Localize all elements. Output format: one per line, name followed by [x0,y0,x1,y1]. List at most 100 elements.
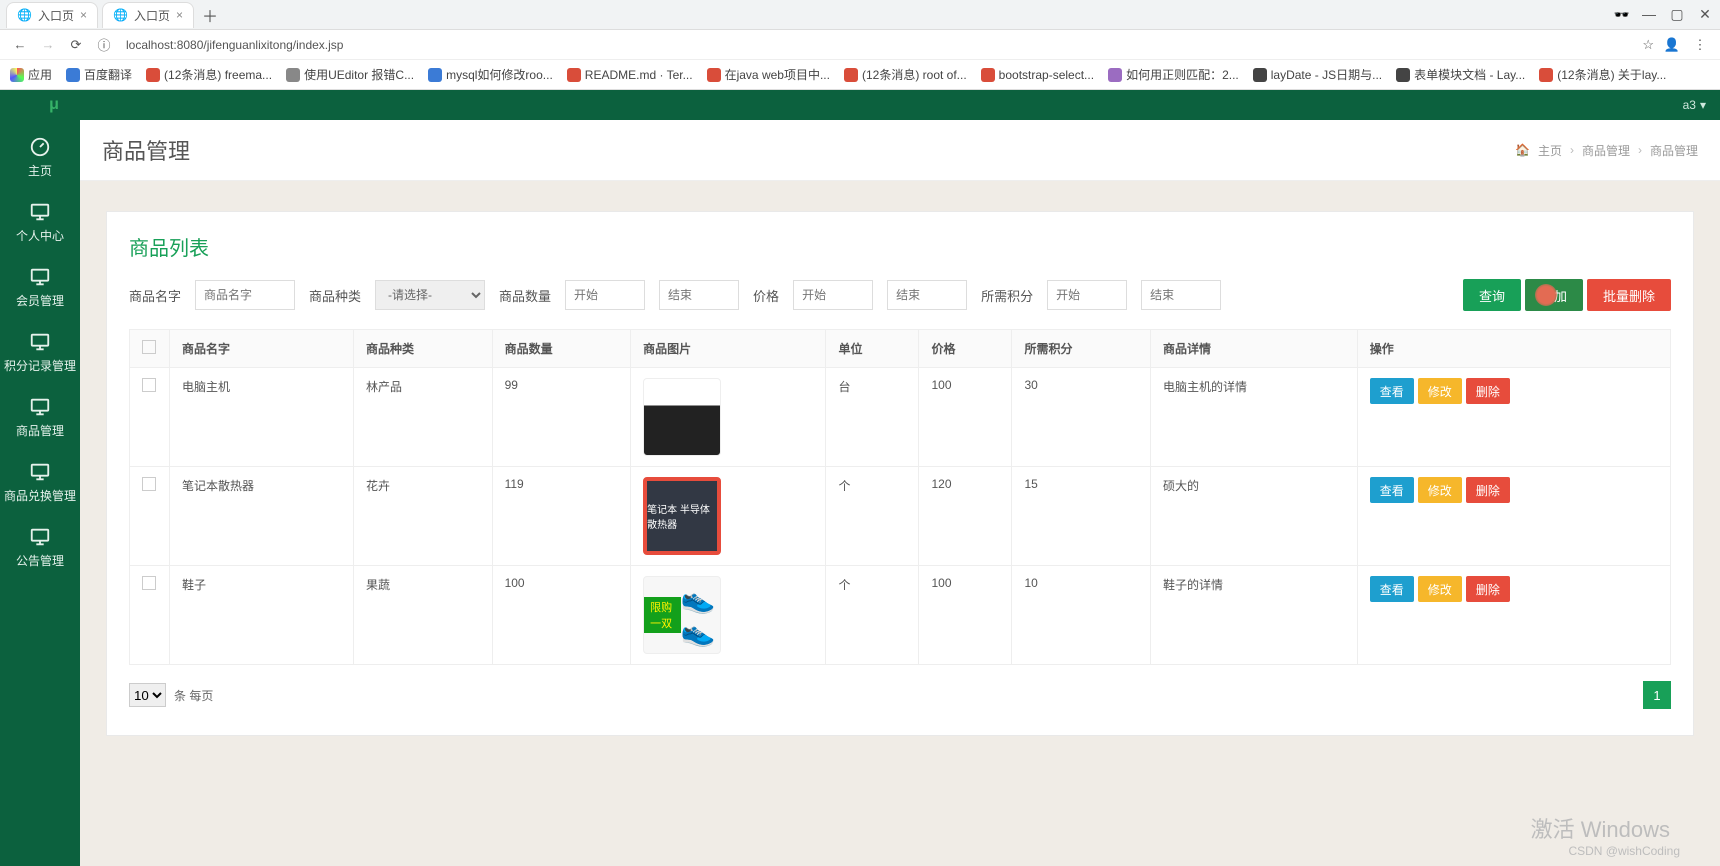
table-row: 鞋子果蔬100限购一双👟👟个10010鞋子的详情查看修改删除 [130,566,1671,665]
table-row: 笔记本散热器花卉119笔记本 半导体散热器个12015硕大的查看修改删除 [130,467,1671,566]
bookmark-item[interactable]: 在java web项目中... [707,66,830,83]
filter-points-start[interactable] [1047,280,1127,310]
watermark: CSDN @wishCoding [1568,844,1680,858]
browser-tab-strip: 🌐 入口页 × 🌐 入口页 × ＋ 🕶️ — ▢ ✕ [0,0,1720,30]
close-icon[interactable]: × [176,8,183,22]
breadcrumb-item: 商品管理 [1650,142,1698,159]
filter-price-end[interactable] [887,280,967,310]
col-type: 商品种类 [354,330,493,368]
close-window-icon[interactable]: ✕ [1696,6,1714,23]
bookmark-item[interactable]: (12条消息) 关于lay... [1539,66,1666,83]
cell-name: 电脑主机 [170,368,354,467]
sidebar-item-home[interactable]: 主页 [0,126,80,191]
page-title: 商品管理 [102,134,190,166]
bookmark-item[interactable]: 百度翻译 [66,66,132,83]
bookmark-item[interactable]: README.md · Ter... [567,68,693,82]
cell-type: 林产品 [354,368,493,467]
new-tab-button[interactable]: ＋ [198,3,222,27]
filter-points-end[interactable] [1141,280,1221,310]
monitor-icon [29,461,51,483]
filter-qty-end[interactable] [659,280,739,310]
sidebar-item-products[interactable]: 商品管理 [0,386,80,451]
select-all-checkbox[interactable] [142,340,156,354]
tab-title: 入口页 [134,7,170,24]
info-icon[interactable]: ⓘ [94,35,114,55]
bookmark-item[interactable]: (12条消息) root of... [844,66,967,83]
minimize-icon[interactable]: — [1640,6,1658,23]
forward-icon[interactable]: → [38,35,58,55]
filter-type-select[interactable]: -请选择- [375,280,485,310]
globe-icon: 🌐 [113,8,128,22]
delete-button[interactable]: 删除 [1466,576,1510,602]
tab-title: 入口页 [38,7,74,24]
monitor-icon [29,201,51,223]
bulk-delete-button[interactable]: 批量删除 [1587,279,1671,311]
filter-name-input[interactable] [195,280,295,310]
edit-button[interactable]: 修改 [1418,477,1462,503]
user-menu[interactable]: a3 ▾ [1683,98,1706,112]
app-header: μ a3 ▾ [0,90,1720,120]
chevron-down-icon: ▾ [1700,98,1706,112]
maximize-icon[interactable]: ▢ [1668,6,1686,23]
bookmark-item[interactable]: (12条消息) freema... [146,66,272,83]
bookmark-item[interactable]: layDate - JS日期与... [1253,66,1382,83]
product-image: 限购一双👟👟 [643,576,721,654]
browser-tab[interactable]: 🌐 入口页 × [102,2,194,28]
col-price: 价格 [919,330,1012,368]
bookmark-item[interactable]: mysql如何修改roo... [428,66,553,83]
delete-button[interactable]: 删除 [1466,378,1510,404]
back-icon[interactable]: ← [10,35,30,55]
row-checkbox[interactable] [142,576,156,590]
browser-nav-bar: ← → ⟳ ⓘ localhost:8080/jifenguanlixitong… [0,30,1720,60]
sidebar-item-points[interactable]: 积分记录管理 [0,321,80,386]
bookmark-item[interactable]: 使用UEditor 报错C... [286,66,414,83]
filter-price-label: 价格 [753,286,779,305]
sidebar-item-notices[interactable]: 公告管理 [0,516,80,581]
page-size-suffix: 条 每页 [174,687,213,704]
cell-type: 果蔬 [354,566,493,665]
bookmark-item[interactable]: bootstrap-select... [981,68,1094,82]
page-size-select[interactable]: 10 [129,683,166,707]
cell-price: 120 [919,467,1012,566]
table-row: 电脑主机林产品99台10030电脑主机的详情查看修改删除 [130,368,1671,467]
edit-button[interactable]: 修改 [1418,378,1462,404]
filter-price-start[interactable] [793,280,873,310]
cell-unit: 个 [826,566,919,665]
view-button[interactable]: 查看 [1370,576,1414,602]
filter-type-label: 商品种类 [309,286,361,305]
col-image: 商品图片 [631,330,826,368]
profile-icon[interactable]: 👤 [1662,35,1682,55]
bookmark-item[interactable]: 如何用正则匹配：2... [1108,66,1239,83]
filter-qty-start[interactable] [565,280,645,310]
sidebar-item-profile[interactable]: 个人中心 [0,191,80,256]
sidebar-item-redeem[interactable]: 商品兑换管理 [0,451,80,516]
col-unit: 单位 [826,330,919,368]
sidebar-item-members[interactable]: 会员管理 [0,256,80,321]
bookmark-item[interactable]: 表单模块文档 - Lay... [1396,66,1525,83]
row-checkbox[interactable] [142,378,156,392]
page-header: 商品管理 🏠 主页 › 商品管理 › 商品管理 [80,120,1720,181]
view-button[interactable]: 查看 [1370,477,1414,503]
edit-button[interactable]: 修改 [1418,576,1462,602]
incognito-icon: 🕶️ [1614,7,1630,23]
filter-qty-label: 商品数量 [499,286,551,305]
address-bar[interactable]: localhost:8080/jifenguanlixitong/index.j… [126,38,1634,52]
home-icon: 🏠 [1515,143,1530,157]
query-button[interactable]: 查询 [1463,279,1521,311]
reload-icon[interactable]: ⟳ [66,35,86,55]
view-button[interactable]: 查看 [1370,378,1414,404]
add-button[interactable]: 添加 [1525,279,1583,311]
breadcrumb-item[interactable]: 主页 [1538,142,1562,159]
page-number[interactable]: 1 [1643,681,1671,709]
menu-icon[interactable]: ⋮ [1690,35,1710,55]
breadcrumb-item[interactable]: 商品管理 [1582,142,1630,159]
delete-button[interactable]: 删除 [1466,477,1510,503]
star-icon[interactable]: ☆ [1642,37,1654,53]
row-checkbox[interactable] [142,477,156,491]
cell-price: 100 [919,368,1012,467]
close-icon[interactable]: × [80,8,87,22]
apps-icon[interactable]: 应用 [10,66,52,83]
cell-qty: 99 [492,368,631,467]
browser-tab[interactable]: 🌐 入口页 × [6,2,98,28]
cell-points: 10 [1012,566,1151,665]
